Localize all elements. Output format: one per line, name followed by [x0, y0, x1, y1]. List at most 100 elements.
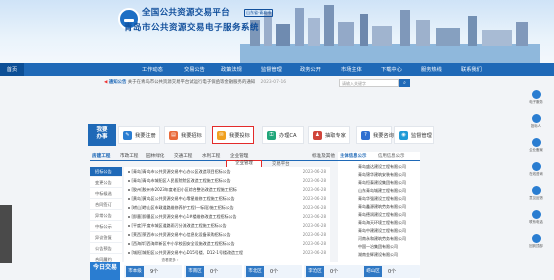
list-item[interactable]: [平度]平度市城区道路雨污分流改造工程施工招标公告 2023-06-28	[124, 221, 330, 230]
notice-text[interactable]: 关于在青岛市公共资源交易平台试运行电子保函等金融服务的通知	[128, 80, 255, 85]
sidebar-item[interactable]: 中标公示	[90, 222, 122, 232]
list-item[interactable]: [即墨]即墨区公共资源交易中心1#楼维修改造工程招标公告 2023-06-28	[124, 212, 330, 221]
entity-panel: 主体信息公示 信用信息公示 青岛盛达建设工程有限公司 青岛锦华建筑安装有限公司 …	[338, 152, 420, 265]
nav-item-public[interactable]: 政务公开	[300, 66, 321, 73]
today-stats: 今日交易 市本级 9个 市南区 0个 市北区 0个 李沧区 0个 崂山区 0个	[90, 262, 420, 280]
list-item[interactable]: [崂山]崂山区市政道路维修养护工程(一标段)施工招标公告 2023-06-28	[124, 203, 330, 212]
tab-garden[interactable]: 园林绿化	[146, 153, 164, 159]
float-item[interactable]: 联系电话	[525, 210, 547, 224]
float-item[interactable]: 在线咨询	[525, 162, 547, 176]
list-item[interactable]: [黄岛]黄岛区公共资源交易中心零星维修工程施工招标公告 2023-06-28	[124, 194, 330, 203]
bid-icon: ✉	[217, 131, 226, 140]
sidebar-item[interactable]: 合同签订	[90, 200, 122, 210]
nav-item-market[interactable]: 市场主体	[341, 66, 362, 73]
list-item[interactable]: [城阳]城阳区公共资源交易中心D15号楼、D12-1号楼改造工程 2023-06-…	[124, 248, 330, 257]
tab-enterprise[interactable]: 企业管理	[230, 153, 248, 159]
list-item[interactable]: [胶州]胶州市2023年度老旧小区综合整治改造工程施工招标 2023-06-28	[124, 185, 330, 194]
tender-button[interactable]: ▤ 我要招标	[164, 126, 206, 144]
record-icon	[531, 138, 541, 147]
register-icon: ✎	[123, 131, 132, 140]
list-item[interactable]: 青岛海天环境工程有限公司	[358, 220, 420, 226]
list-item[interactable]: 山东青岛城建工程有限公司	[358, 188, 420, 194]
speaker-icon: ◀	[104, 80, 108, 85]
nav-item-hotline[interactable]: 服务热线	[421, 66, 442, 73]
consult-icon: ?	[361, 131, 370, 140]
expert-button[interactable]: ♟ 抽取专家	[308, 126, 350, 144]
sidebar-item[interactable]: 中标候选	[90, 189, 122, 199]
list-item[interactable]: 青岛盛达建设工程有限公司	[358, 164, 420, 170]
stat-card[interactable]: 李沧区 0个	[304, 265, 362, 278]
sidebar-item[interactable]: 变更公告	[90, 178, 122, 188]
tab-credit-info[interactable]: 信用信息公示	[378, 153, 404, 159]
float-item[interactable]: 电子服务	[525, 90, 547, 104]
city-skyline-image	[240, 5, 540, 63]
list-item[interactable]: [西海岸]西海岸新区中小学校园安全设施改造工程招标公告 2023-06-28	[124, 239, 330, 248]
register-button[interactable]: ✎ 我要注册	[118, 126, 160, 144]
list-item[interactable]: 中国一冶集团有限公司	[358, 244, 420, 250]
tab-entity-info[interactable]: 主体信息公示	[340, 153, 366, 159]
float-item[interactable]: 回到顶部	[525, 234, 547, 248]
tab-municipal[interactable]: 市政工程	[120, 153, 138, 159]
entity-tabs: 主体信息公示 信用信息公示	[338, 152, 420, 161]
stat-card[interactable]: 市北区 0个	[244, 265, 302, 278]
expert-icon: ♟	[313, 131, 322, 140]
search-input[interactable]: 请输入关键字	[339, 79, 399, 87]
arrow-up-icon	[531, 234, 541, 243]
list-item[interactable]: [青岛]青岛市公共资源交易中心办公区改造项目招标公告 2023-06-28	[124, 167, 330, 176]
site-subtitle: 青岛市公共资源交易电子服务系统	[124, 23, 260, 33]
nav-item-supervise[interactable]: 监督管理	[261, 66, 282, 73]
supervise-icon: ◉	[399, 131, 408, 140]
notice-label: 通知公告	[108, 80, 127, 85]
tab-housing[interactable]: 房建工程	[92, 153, 110, 159]
sidebar-item[interactable]: 异议答复	[90, 233, 122, 243]
main-nav: 首页 工作动态 交易公告 政策法规 监督管理 政务公开 市场主体 下载中心 服务…	[0, 63, 554, 76]
sidebar-item[interactable]: 异常公告	[90, 211, 122, 221]
list-item[interactable]: 青岛德润建设工程有限公司	[358, 212, 420, 218]
list-item[interactable]: 青岛鑫源建筑劳务有限公司	[358, 204, 420, 210]
nav-item-notice[interactable]: 交易公告	[184, 66, 205, 73]
ca-icon: ⚿	[267, 131, 276, 140]
float-item[interactable]: 企业备案	[525, 138, 547, 152]
stat-card[interactable]: 市南区 0个	[184, 265, 242, 278]
nav-item-download[interactable]: 下载中心	[381, 66, 402, 73]
nav-item-home[interactable]: 首页	[0, 63, 24, 76]
page: { "header":{"title_line1":"全国公共资源交易平台","…	[0, 0, 554, 280]
list-item[interactable]: 青岛恒泰建设集团有限公司	[358, 180, 420, 186]
list-item[interactable]: [青岛]青岛市城阳区人民医院院区改造工程施工招标公告 2023-06-28	[124, 176, 330, 185]
today-label: 今日交易	[90, 262, 120, 280]
tab-traffic[interactable]: 交通工程	[174, 153, 192, 159]
list-item[interactable]: 青岛锦华建筑安装有限公司	[358, 172, 420, 178]
float-item[interactable]: 意见反馈	[525, 186, 547, 200]
header-banner: 全国公共资源交易平台 山东省·青岛市 青岛市公共资源交易电子服务系统	[0, 0, 554, 63]
sidebar-item[interactable]: 招标公告	[90, 167, 122, 177]
ca-button[interactable]: ⚿ 办理CA	[262, 126, 304, 144]
list-item[interactable]: 青岛中建建设工程有限公司	[358, 228, 420, 234]
nav-item-policy[interactable]: 政策法规	[221, 66, 242, 73]
nav-item-work[interactable]: 工作动态	[142, 66, 163, 73]
list-item[interactable]: [莱西]莱西市公共资源交易中心信息化设备采购招标公告 2023-06-28	[124, 230, 330, 239]
service-icon	[531, 90, 541, 99]
tab-water[interactable]: 水利工程	[202, 153, 220, 159]
notice-date: 2023-07-16	[260, 80, 287, 85]
services-block-label: 我要 办事	[88, 124, 116, 146]
float-item[interactable]: 投标人	[525, 114, 547, 128]
stat-card[interactable]: 市本级 9个	[124, 265, 182, 278]
search-icon[interactable]: ⌕	[399, 79, 410, 87]
notice-list: [青岛]青岛市公共资源交易中心办公区改造项目招标公告 2023-06-28 [青岛…	[124, 167, 330, 265]
list-item[interactable]: 河南永和建筑劳务有限公司	[358, 236, 420, 242]
stat-card[interactable]: 崂山区 0个	[362, 265, 420, 278]
right-float-toolbar: 电子服务 投标人 企业备案 在线咨询 意见反馈 联系电话 回到顶部	[525, 90, 547, 260]
notice-type-sidebar: 招标公告 变更公告 中标候选 合同签订 异常公告 中标公示 异议答复 公告预告 …	[90, 167, 122, 265]
tab-standard[interactable]: 标准及其他	[312, 153, 335, 159]
list-item[interactable]: 湖南金辉建设有限公司	[358, 252, 420, 258]
bidder-icon	[531, 114, 541, 123]
consult-button[interactable]: ? 我要咨询	[356, 126, 394, 144]
supervise-button[interactable]: ◉ 监督管理	[394, 126, 434, 144]
nav-item-contact[interactable]: 联系我们	[461, 66, 482, 73]
sidebar-item[interactable]: 公告预告	[90, 244, 122, 254]
left-float-bar[interactable]	[0, 205, 12, 263]
region-badge: 山东省·青岛市	[244, 9, 274, 17]
bid-button[interactable]: ✉ 我要投标	[212, 126, 254, 144]
site-title: 全国公共资源交易平台	[142, 8, 231, 18]
list-item[interactable]: 青岛华强建设工程有限公司	[358, 196, 420, 202]
